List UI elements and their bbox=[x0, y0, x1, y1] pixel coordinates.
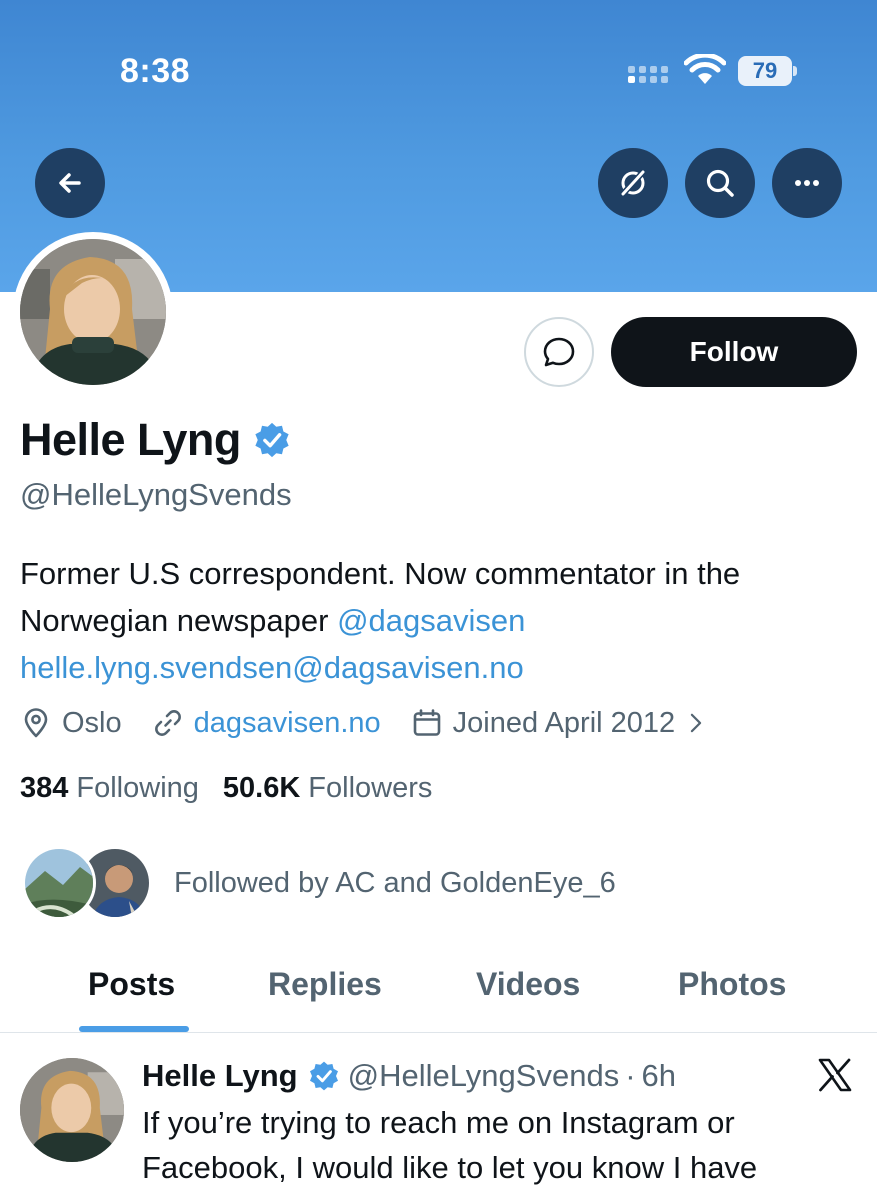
tab-videos[interactable]: Videos bbox=[476, 966, 580, 1003]
search-icon bbox=[706, 169, 734, 197]
following-label: Following bbox=[76, 771, 199, 804]
post-author-handle: @HelleLyngSvends bbox=[347, 1058, 620, 1093]
followed-by-text: Followed by AC and GoldenEye_6 bbox=[174, 866, 616, 899]
ellipsis-icon bbox=[795, 180, 819, 186]
bio-email-link[interactable]: helle.lyng.svendsen@dagsavisen.no bbox=[20, 650, 524, 685]
post-time: 6h bbox=[641, 1058, 677, 1093]
profile-avatar[interactable] bbox=[13, 232, 173, 392]
profile-tabs: Posts Replies Videos Photos bbox=[0, 950, 877, 1033]
website-link[interactable]: dagsavisen.no bbox=[194, 707, 381, 740]
follower-avatar-landscape bbox=[22, 846, 96, 920]
profile-meta: Oslo dagsavisen.no Joined April 2012 bbox=[20, 702, 739, 744]
avatar-photo bbox=[20, 239, 166, 385]
calendar-icon bbox=[413, 709, 440, 736]
joined-text: Joined April 2012 bbox=[452, 706, 676, 739]
back-button[interactable] bbox=[35, 148, 105, 218]
followed-by-row[interactable]: Followed by AC and GoldenEye_6 bbox=[22, 846, 616, 920]
following-stat[interactable]: 384 Following bbox=[20, 772, 199, 805]
grok-button[interactable] bbox=[598, 148, 668, 218]
verified-badge-icon bbox=[309, 1061, 338, 1091]
post-author-name[interactable]: Helle Lyng bbox=[142, 1058, 298, 1094]
wifi-icon bbox=[684, 54, 726, 84]
followers-label: Followers bbox=[308, 771, 433, 804]
battery-level: 79 bbox=[738, 56, 792, 86]
active-tab-indicator bbox=[79, 1026, 189, 1032]
tab-photos[interactable]: Photos bbox=[678, 966, 786, 1003]
website-item[interactable]: dagsavisen.no bbox=[152, 707, 381, 740]
location-item: Oslo bbox=[20, 707, 122, 740]
post-separator: · bbox=[625, 1058, 636, 1093]
location-text: Oslo bbox=[62, 706, 122, 739]
profile-handle: @HelleLyngSvends bbox=[20, 477, 292, 512]
followers-count: 50.6K bbox=[222, 771, 301, 804]
battery-icon: 79 bbox=[738, 56, 797, 86]
message-bubble-icon bbox=[543, 337, 575, 367]
follow-button[interactable]: Follow bbox=[611, 317, 857, 387]
tab-posts[interactable]: Posts bbox=[88, 966, 175, 1003]
tab-replies[interactable]: Replies bbox=[268, 966, 382, 1003]
link-icon bbox=[154, 710, 181, 736]
joined-item[interactable]: Joined April 2012 bbox=[411, 707, 710, 740]
location-pin-icon bbox=[24, 708, 48, 738]
arrow-left-icon bbox=[59, 173, 81, 193]
followers-stat[interactable]: 50.6K Followers bbox=[223, 772, 432, 805]
post-author-avatar[interactable] bbox=[20, 1058, 124, 1162]
post-header: Helle Lyng @HelleLyngSvends · 6h bbox=[142, 1054, 676, 1098]
bio-mention-link[interactable]: @dagsavisen bbox=[337, 603, 525, 638]
following-count: 384 bbox=[20, 771, 69, 804]
grok-icon bbox=[619, 168, 647, 198]
more-options-button[interactable] bbox=[772, 148, 842, 218]
cellular-signal-icon bbox=[628, 66, 672, 86]
status-time: 8:38 bbox=[120, 52, 191, 90]
post-item[interactable]: Helle Lyng @HelleLyngSvends · 6h If you’… bbox=[0, 1034, 877, 1200]
search-button[interactable] bbox=[685, 148, 755, 218]
x-logo-icon bbox=[818, 1058, 852, 1092]
profile-name-row: Helle Lyng bbox=[20, 414, 291, 466]
follow-stats: 384 Following 50.6K Followers bbox=[20, 768, 456, 808]
chevron-right-icon bbox=[690, 713, 702, 733]
profile-bio: Former U.S correspondent. Now commentato… bbox=[20, 550, 865, 691]
message-button[interactable] bbox=[524, 317, 594, 387]
post-text: If you’re trying to reach me on Instagra… bbox=[142, 1105, 758, 1185]
profile-name: Helle Lyng bbox=[20, 414, 241, 465]
verified-badge-icon[interactable] bbox=[253, 421, 291, 459]
